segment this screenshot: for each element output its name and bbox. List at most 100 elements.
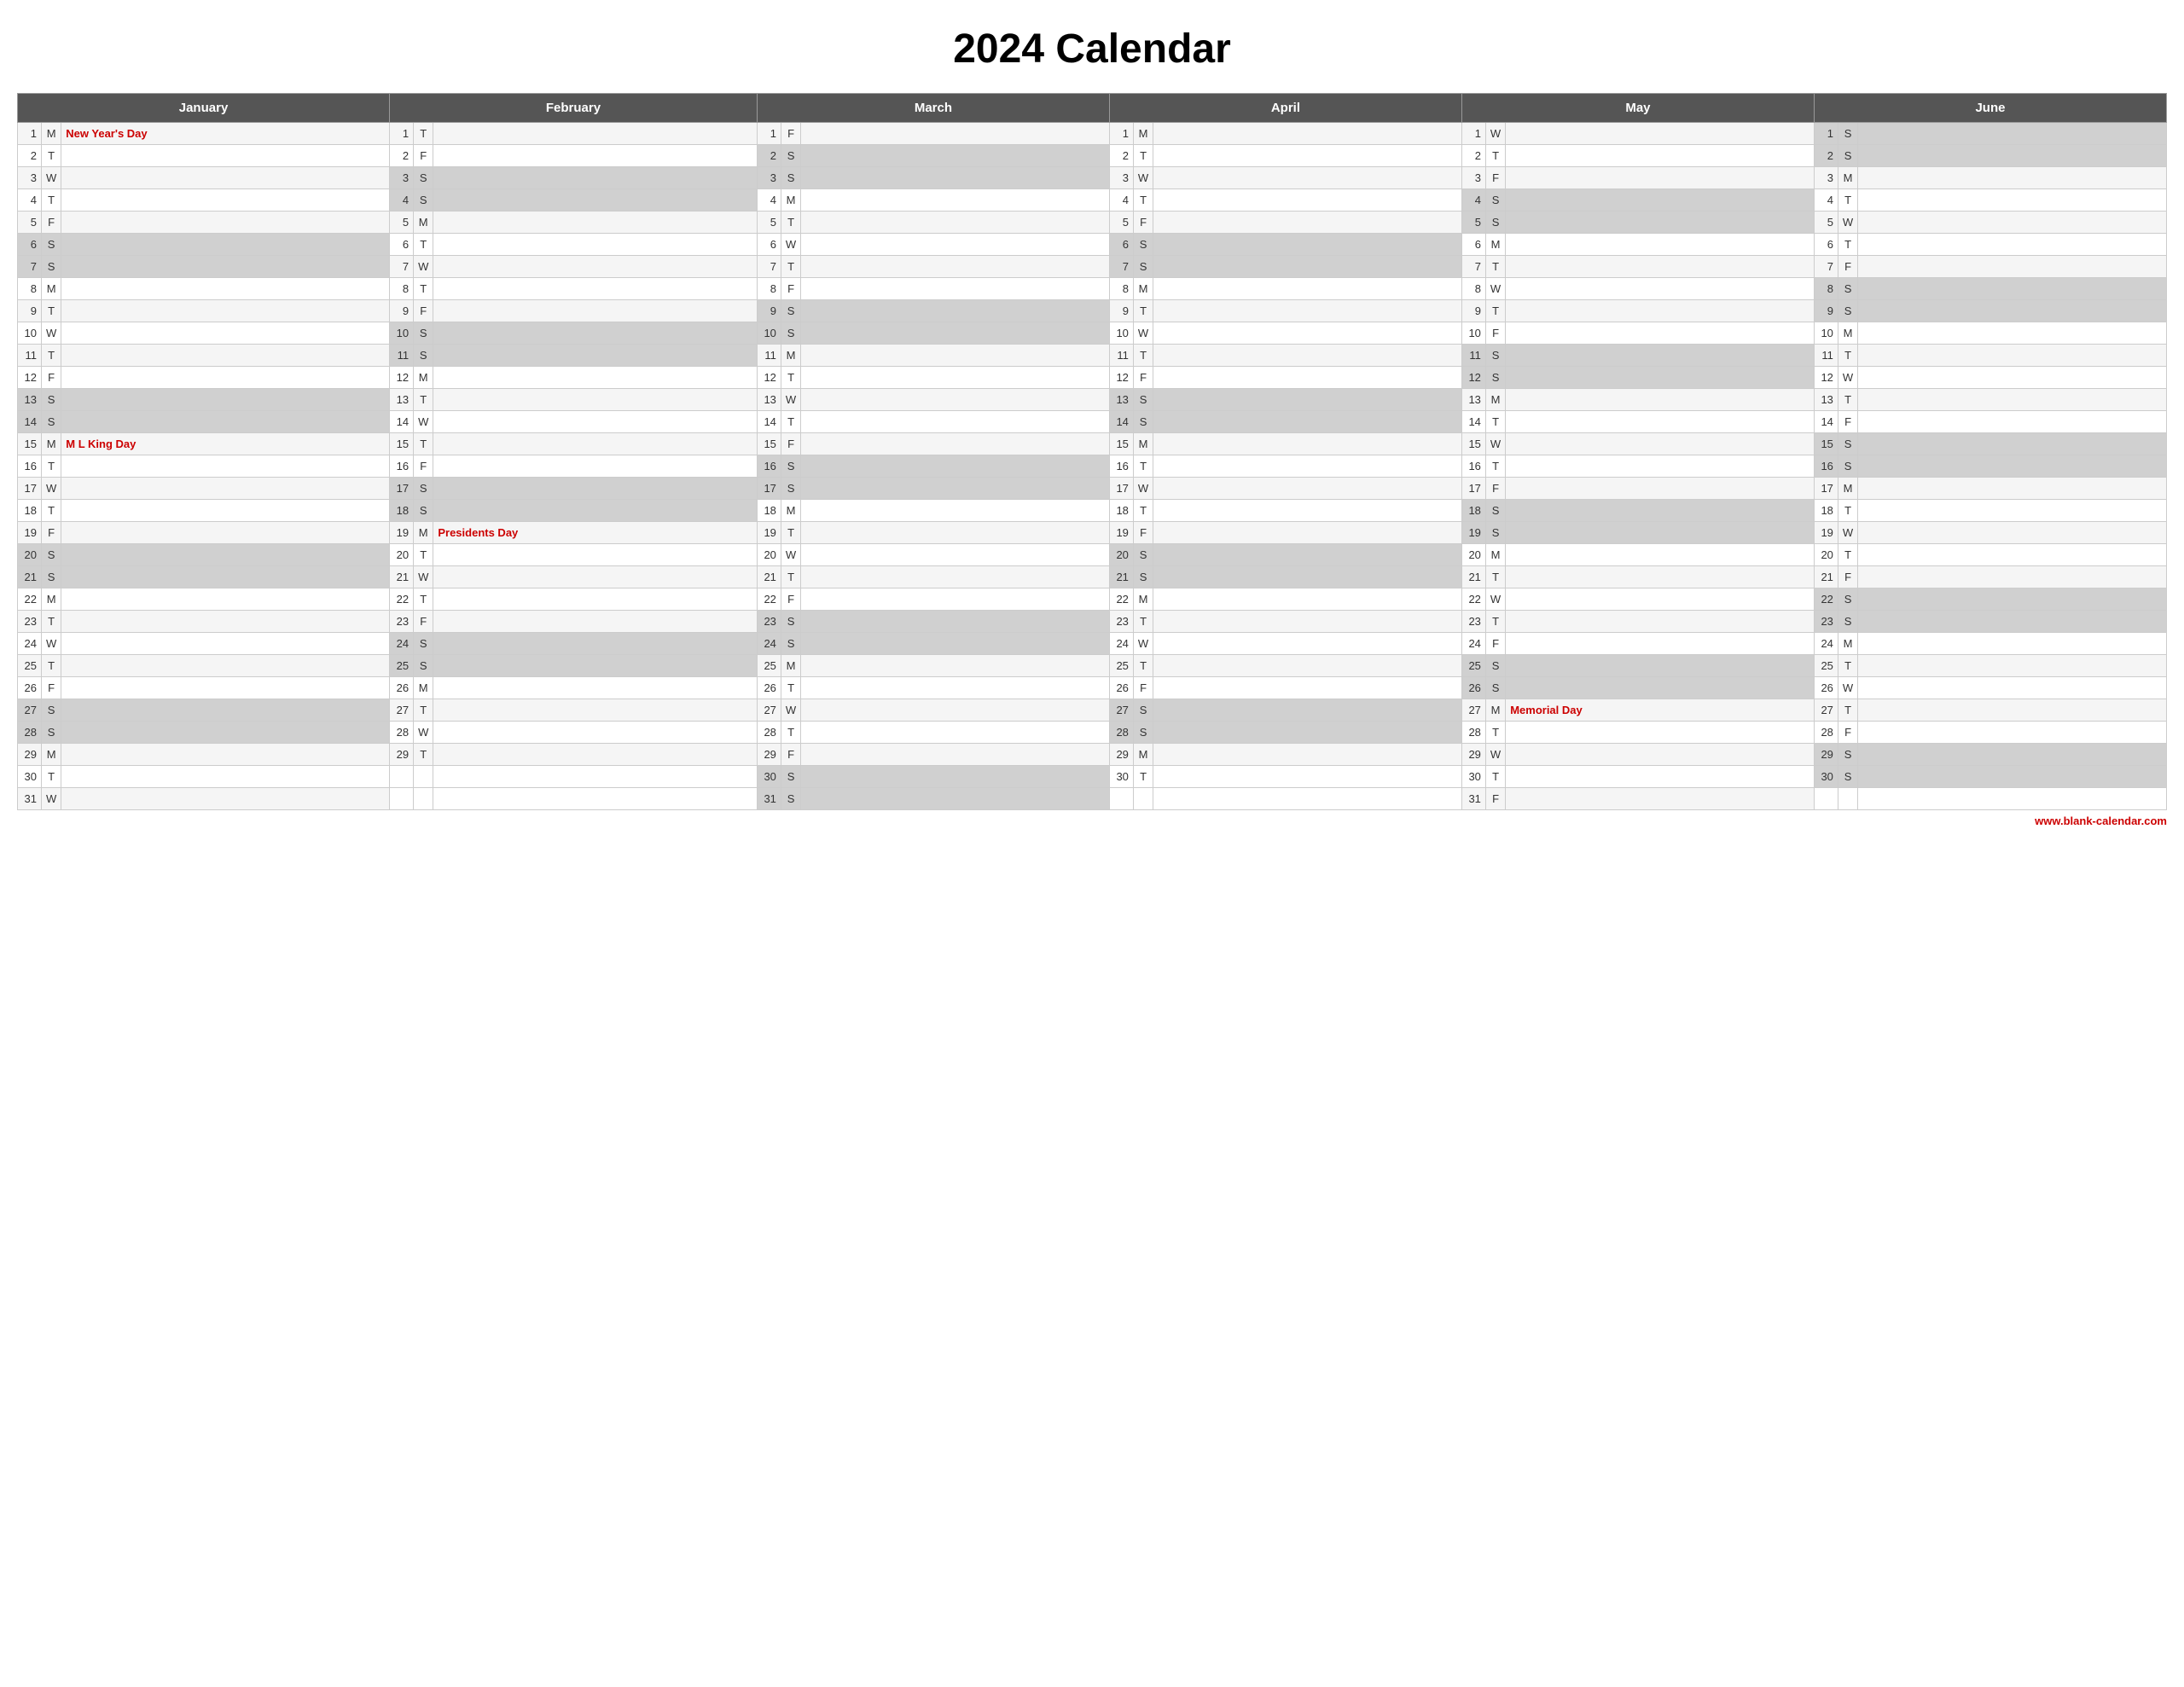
table-row: 20S20T20W20S20M20T <box>18 544 2167 566</box>
apr-day-num: 16 <box>1109 455 1133 478</box>
table-row: 24W24S24S24W24F24M <box>18 633 2167 655</box>
apr-day-event <box>1153 433 1462 455</box>
jan-day-letter: S <box>42 566 61 588</box>
apr-day-event <box>1153 744 1462 766</box>
mar-day-event <box>801 677 1110 699</box>
jan-day-letter: W <box>42 478 61 500</box>
jan-day-num: 5 <box>18 212 42 234</box>
mar-day-letter: F <box>781 433 800 455</box>
jan-day-event <box>61 389 390 411</box>
may-day-num: 26 <box>1461 677 1485 699</box>
mar-day-num: 7 <box>757 256 781 278</box>
jan-day-num: 23 <box>18 611 42 633</box>
jun-day-event <box>1858 677 2167 699</box>
mar-header: March <box>757 94 1109 123</box>
jan-day-event <box>61 322 390 345</box>
apr-day-letter: F <box>1133 367 1153 389</box>
mar-day-num: 8 <box>757 278 781 300</box>
may-day-event <box>1506 566 1815 588</box>
jan-day-num: 29 <box>18 744 42 766</box>
jan-day-event <box>61 367 390 389</box>
feb-day-letter: M <box>414 367 433 389</box>
may-day-event <box>1506 478 1815 500</box>
jun-day-letter: S <box>1838 278 1857 300</box>
jan-day-event <box>61 478 390 500</box>
may-day-letter: T <box>1485 766 1505 788</box>
jun-day-letter: S <box>1838 300 1857 322</box>
feb-day-num: 6 <box>390 234 414 256</box>
may-day-letter: S <box>1485 345 1505 367</box>
table-row: 26F26M26T26F26S26W <box>18 677 2167 699</box>
jan-day-num: 8 <box>18 278 42 300</box>
mar-day-letter: F <box>781 123 800 145</box>
jun-day-letter: S <box>1838 588 1857 611</box>
jun-day-event <box>1858 411 2167 433</box>
mar-day-num: 30 <box>757 766 781 788</box>
may-day-num: 22 <box>1461 588 1485 611</box>
feb-day-num: 16 <box>390 455 414 478</box>
may-day-num: 19 <box>1461 522 1485 544</box>
table-row: 6S6T6W6S6M6T <box>18 234 2167 256</box>
feb-day-letter: S <box>414 500 433 522</box>
apr-day-letter: S <box>1133 699 1153 722</box>
feb-day-letter: S <box>414 633 433 655</box>
mar-day-event <box>801 433 1110 455</box>
mar-day-letter: S <box>781 167 800 189</box>
mar-day-num: 13 <box>757 389 781 411</box>
jan-day-letter: S <box>42 699 61 722</box>
feb-day-num: 5 <box>390 212 414 234</box>
apr-day-letter: T <box>1133 611 1153 633</box>
jan-day-event <box>61 699 390 722</box>
feb-day-letter: S <box>414 167 433 189</box>
jun-day-num: 18 <box>1814 500 1838 522</box>
apr-day-event <box>1153 566 1462 588</box>
jun-day-num: 3 <box>1814 167 1838 189</box>
jan-day-num: 25 <box>18 655 42 677</box>
apr-day-num: 1 <box>1109 123 1133 145</box>
may-day-event <box>1506 123 1815 145</box>
feb-day-letter: W <box>414 566 433 588</box>
jun-day-event <box>1858 744 2167 766</box>
feb-day-letter: M <box>414 522 433 544</box>
mar-day-letter: W <box>781 389 800 411</box>
may-day-event <box>1506 455 1815 478</box>
table-row: 18T18S18M18T18S18T <box>18 500 2167 522</box>
table-row: 17W17S17S17W17F17M <box>18 478 2167 500</box>
mar-day-event <box>801 345 1110 367</box>
jun-day-num: 21 <box>1814 566 1838 588</box>
may-day-num: 6 <box>1461 234 1485 256</box>
mar-day-letter: W <box>781 234 800 256</box>
table-row: 15MM L King Day15T15F15M15W15S <box>18 433 2167 455</box>
jun-header: June <box>1814 94 2166 123</box>
feb-day-num: 13 <box>390 389 414 411</box>
jan-day-num: 7 <box>18 256 42 278</box>
table-row: 1MNew Year's Day1T1F1M1W1S <box>18 123 2167 145</box>
jun-day-num: 9 <box>1814 300 1838 322</box>
jun-day-letter: T <box>1838 500 1857 522</box>
mar-day-num: 27 <box>757 699 781 722</box>
jun-day-num: 7 <box>1814 256 1838 278</box>
table-row: 21S21W21T21S21T21F <box>18 566 2167 588</box>
jan-day-event <box>61 256 390 278</box>
apr-day-letter: F <box>1133 677 1153 699</box>
apr-day-event <box>1153 212 1462 234</box>
mar-day-letter: T <box>781 677 800 699</box>
feb-day-num: 17 <box>390 478 414 500</box>
may-day-event <box>1506 145 1815 167</box>
may-day-letter: M <box>1485 389 1505 411</box>
may-day-letter: F <box>1485 478 1505 500</box>
apr-day-letter: M <box>1133 744 1153 766</box>
jun-day-event <box>1858 212 2167 234</box>
table-row: 13S13T13W13S13M13T <box>18 389 2167 411</box>
jan-day-event <box>61 278 390 300</box>
apr-day-letter <box>1133 788 1153 810</box>
jun-day-letter: T <box>1838 389 1857 411</box>
apr-day-event <box>1153 123 1462 145</box>
feb-day-event <box>433 212 758 234</box>
apr-day-event <box>1153 389 1462 411</box>
may-day-num: 12 <box>1461 367 1485 389</box>
jan-day-num: 19 <box>18 522 42 544</box>
jun-day-letter: S <box>1838 145 1857 167</box>
may-day-event <box>1506 345 1815 367</box>
mar-day-letter: F <box>781 278 800 300</box>
